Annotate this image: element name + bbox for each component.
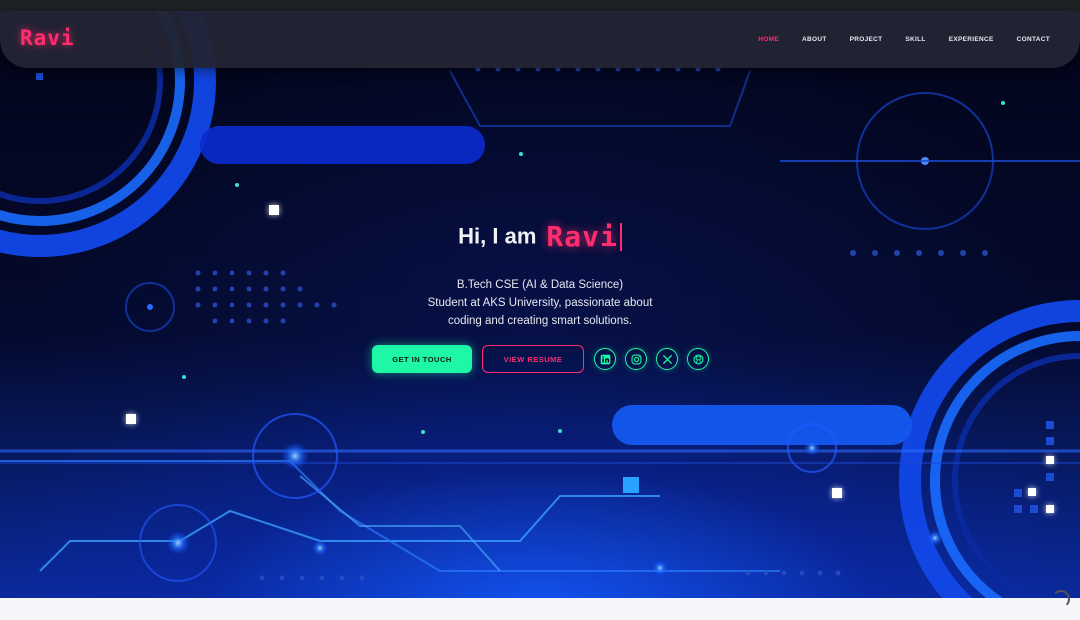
loading-spinner-icon (1052, 590, 1070, 608)
white-square-decor (1028, 488, 1036, 496)
hero-actions: GET IN TOUCH VIEW RESUME (372, 345, 718, 373)
white-square-decor (832, 488, 842, 498)
white-square-decor (269, 205, 279, 215)
nav-item-home[interactable]: HOME (758, 36, 779, 43)
instagram-icon[interactable] (625, 348, 647, 370)
bio-line: coding and creating smart solutions. (447, 315, 633, 327)
x-icon[interactable] (656, 348, 678, 370)
hero-heading: Hi, I am Ravi (0, 220, 1080, 253)
bio-line: Student at AKS University, passionate ab… (427, 297, 653, 309)
hero-name: Ravi (546, 220, 618, 253)
github-icon[interactable] (687, 348, 709, 370)
nav-item-about[interactable]: ABOUT (802, 36, 827, 43)
bottom-bar (0, 598, 1080, 620)
nav-item-project[interactable]: PROJECT (850, 36, 883, 43)
nav-menu: HOME ABOUT PROJECT SKILL EXPERIENCE CONT… (735, 36, 1050, 43)
nav-item-contact[interactable]: CONTACT (1017, 36, 1050, 43)
navbar: Ravi HOME ABOUT PROJECT SKILL EXPERIENCE… (0, 11, 1080, 68)
typing-cursor (619, 222, 622, 251)
bio-line: B.Tech CSE (AI & Data Science) (456, 279, 624, 291)
hero-greeting: Hi, I am (458, 223, 537, 249)
white-square-decor (1046, 505, 1054, 513)
nav-item-skill[interactable]: SKILL (905, 36, 925, 43)
site-logo[interactable]: Ravi (20, 26, 75, 50)
get-in-touch-button[interactable]: GET IN TOUCH (372, 345, 472, 373)
social-links (594, 348, 718, 370)
white-square-decor (1046, 456, 1054, 464)
linkedin-icon[interactable] (594, 348, 616, 370)
white-square-decor (126, 414, 136, 424)
nav-item-experience[interactable]: EXPERIENCE (949, 36, 994, 43)
view-resume-button[interactable]: VIEW RESUME (482, 345, 584, 373)
browser-top-strip (0, 0, 1080, 11)
hero-bio: B.Tech CSE (AI & Data Science) Student a… (0, 276, 1080, 330)
